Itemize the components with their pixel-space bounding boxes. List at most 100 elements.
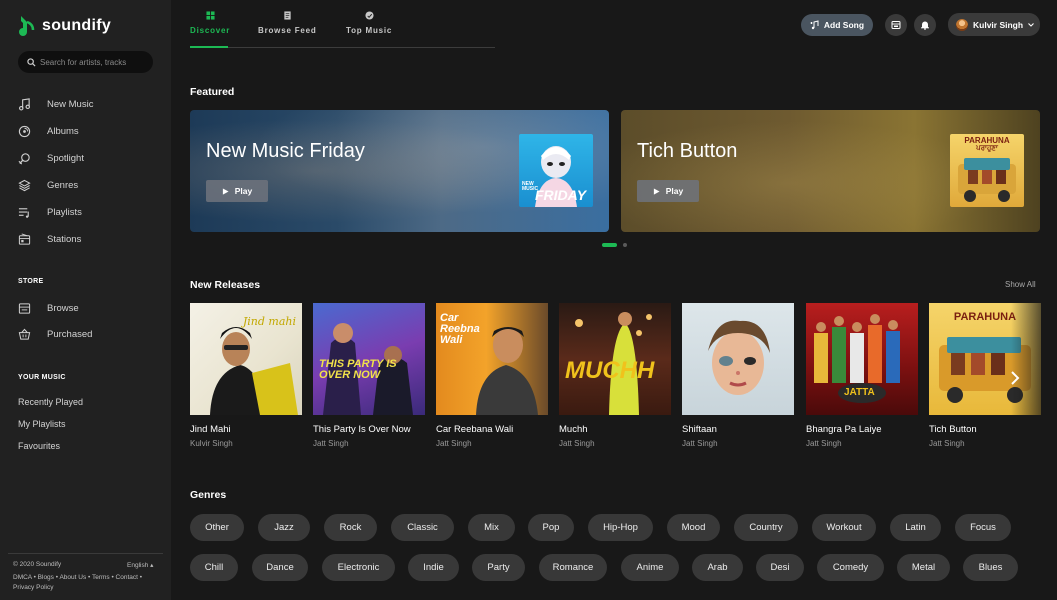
add-music-icon [810, 20, 819, 30]
release-art: PARAHUNA [929, 303, 1041, 415]
sidebar-item-purchased[interactable]: Purchased [18, 326, 92, 342]
sidebar-item-my-playlists[interactable]: My Playlists [18, 419, 66, 429]
genre-chip[interactable]: Chill [190, 554, 238, 581]
show-all-link[interactable]: Show All [1005, 280, 1036, 289]
sidebar-item-label: Browse [47, 302, 79, 314]
release-card[interactable]: Car Reebna Wali Car Reebana Wali Jatt Si… [436, 303, 548, 448]
brand-name: soundify [42, 17, 112, 34]
genre-chip[interactable]: Comedy [817, 554, 884, 581]
sidebar-item-browse[interactable]: Browse [18, 300, 79, 316]
release-card[interactable]: Jind mahi Jind Mahi Kulvir Singh [190, 303, 302, 448]
section-label-store: STORE [18, 278, 44, 285]
genre-chip[interactable]: Mix [468, 514, 515, 541]
release-art: JATTA [806, 303, 918, 415]
release-card[interactable]: THIS PARTY IS OVER NOW This Party Is Ove… [313, 303, 425, 448]
genre-chip[interactable]: Other [190, 514, 244, 541]
new-releases-heading: New Releases [190, 279, 261, 291]
featured-title: New Music Friday [206, 140, 365, 162]
release-artist: Jatt Singh [559, 439, 595, 448]
sidebar-item-albums[interactable]: Albums [18, 123, 79, 139]
release-card[interactable]: Shiftaan Jatt Singh [682, 303, 794, 448]
genre-chip[interactable]: Anime [621, 554, 679, 581]
release-artist: Jatt Singh [436, 439, 472, 448]
sidebar-item-stations[interactable]: Stations [18, 231, 81, 247]
footer-divider [8, 553, 163, 554]
genre-chip[interactable]: Latin [890, 514, 941, 541]
featured-card[interactable]: Tich Button Play PARAHUNA ਪਰਾਹੁਣਾ [621, 110, 1040, 232]
tab-discover[interactable]: Discover [190, 11, 230, 35]
play-label: Play [234, 186, 253, 196]
sidebar: soundify New Music Albums Spotlight Genr… [0, 0, 171, 600]
sidebar-item-recently-played[interactable]: Recently Played [18, 397, 83, 407]
footer-links[interactable]: DMCA • Blogs • About Us • Terms • Contac… [13, 573, 163, 593]
release-artist: Jatt Singh [682, 439, 718, 448]
genre-chip[interactable]: Arab [692, 554, 743, 581]
carousel-dot[interactable] [623, 243, 627, 247]
release-card[interactable]: MUCHH Muchh Jatt Singh [559, 303, 671, 448]
sidebar-item-label: Albums [47, 125, 79, 137]
genre-chip[interactable]: Party [472, 554, 525, 581]
genre-chip[interactable]: Dance [252, 554, 308, 581]
genre-chip[interactable]: Mood [667, 514, 720, 541]
user-menu[interactable]: Kulvir Singh [948, 13, 1040, 36]
chevron-right-icon[interactable] [1007, 369, 1023, 387]
play-icon [222, 187, 229, 195]
album-art-image [708, 320, 770, 395]
sidebar-item-playlists[interactable]: Playlists [18, 204, 82, 220]
featured-card[interactable]: New Music Friday Play NEW MUSIC FRIDAY [190, 110, 609, 232]
genre-chip[interactable]: Blues [963, 554, 1018, 581]
album-icon [18, 125, 31, 137]
release-artist: Jatt Singh [929, 439, 965, 448]
release-title: Jind Mahi [190, 424, 231, 435]
release-title: Car Reebana Wali [436, 424, 514, 435]
genre-chip[interactable]: Focus [955, 514, 1011, 541]
avatar [956, 18, 968, 31]
radio-icon [18, 232, 31, 245]
language-selector[interactable]: English ▴ [127, 561, 153, 569]
chevron-down-icon [1028, 22, 1034, 27]
notifications-button[interactable] [914, 14, 936, 36]
genre-chip[interactable]: Jazz [258, 514, 310, 541]
sidebar-item-favourites[interactable]: Favourites [18, 441, 60, 451]
album-art-big-text: FRIDAY [535, 187, 587, 203]
cart-button[interactable] [885, 14, 907, 36]
genre-chip[interactable]: Hip-Hop [588, 514, 653, 541]
carousel-dot-active[interactable] [602, 243, 617, 247]
add-song-button[interactable]: Add Song [801, 14, 873, 36]
tab-top-music[interactable]: Top Music [346, 11, 392, 35]
search-input[interactable] [40, 57, 150, 67]
genre-chip[interactable]: Indie [408, 554, 459, 581]
genre-chip[interactable]: Rock [324, 514, 377, 541]
genre-chip[interactable]: Electronic [322, 554, 395, 581]
sidebar-item-spotlight[interactable]: Spotlight [18, 150, 84, 166]
play-icon [653, 187, 660, 195]
play-button[interactable]: Play [637, 180, 699, 202]
layers-icon [18, 179, 31, 191]
play-label: Play [665, 186, 684, 196]
featured-album-art: NEW MUSIC FRIDAY [519, 134, 593, 207]
genre-chip[interactable]: Pop [528, 514, 574, 541]
genre-chip[interactable]: Metal [897, 554, 950, 581]
play-button[interactable]: Play [206, 180, 268, 202]
tab-divider [190, 47, 495, 48]
genre-chip[interactable]: Desi [756, 554, 804, 581]
sidebar-item-label: Purchased [47, 328, 93, 340]
grid-icon [206, 11, 215, 20]
sidebar-item-new-music[interactable]: New Music [18, 96, 93, 112]
release-card[interactable]: JATTA Bhangra Pa Laiye Jatt Singh [806, 303, 918, 448]
genre-chip[interactable]: Workout [812, 514, 876, 541]
genre-chip[interactable]: Classic [391, 514, 454, 541]
genre-chip[interactable]: Country [734, 514, 798, 541]
disc-icon [365, 11, 374, 20]
search-bar[interactable] [18, 51, 153, 73]
sidebar-item-label: Spotlight [47, 152, 84, 164]
sidebar-item-label: Playlists [47, 206, 82, 218]
genre-chip[interactable]: Romance [539, 554, 607, 581]
release-card[interactable]: PARAHUNA Tich Button Jatt Singh [929, 303, 1041, 448]
release-title: Tich Button [929, 424, 977, 435]
sidebar-item-genres[interactable]: Genres [18, 177, 78, 193]
logo[interactable]: soundify [18, 14, 111, 38]
release-art: MUCHH [559, 303, 671, 415]
album-art-title-text: PARAHUNA [964, 136, 1010, 145]
tab-browse-feed[interactable]: Browse Feed [258, 11, 317, 35]
